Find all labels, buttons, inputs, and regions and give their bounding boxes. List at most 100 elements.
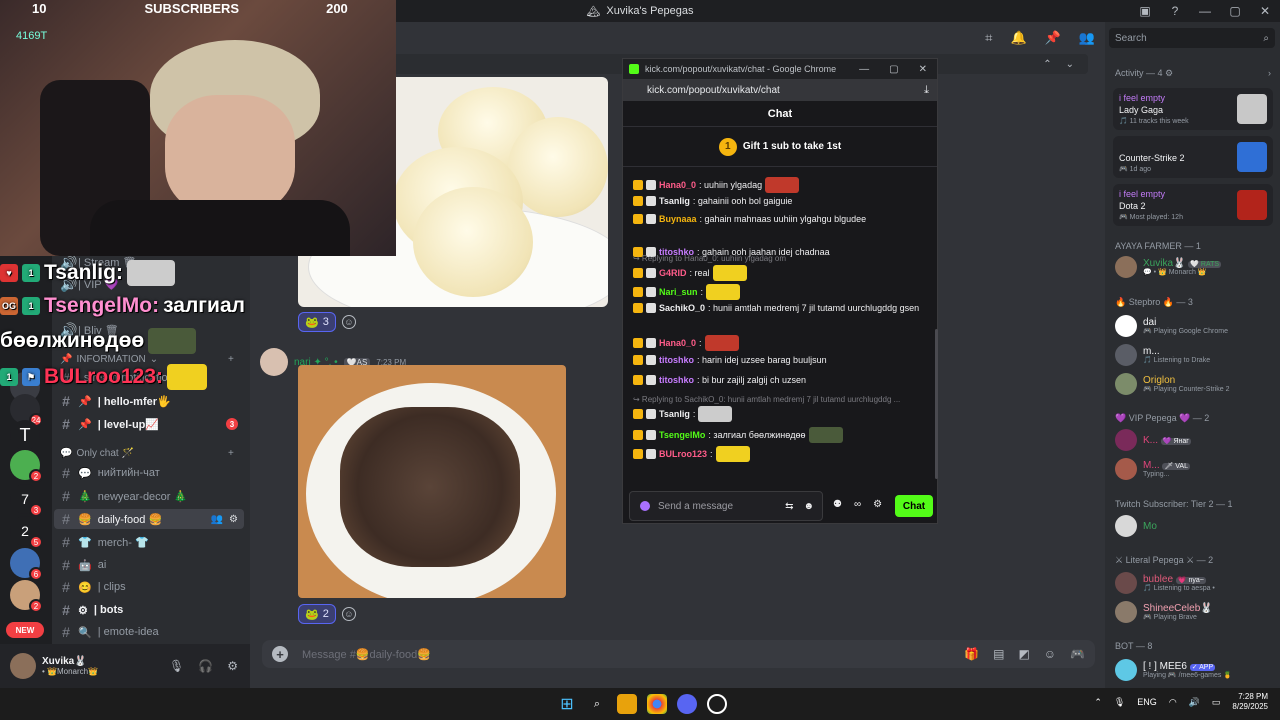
search-input[interactable]: Search ⌕ xyxy=(1109,28,1275,48)
microphone-icon[interactable]: 🎙 xyxy=(169,659,184,673)
channel-daily-food[interactable]: # 🍔 daily-food 🍔 👥 ⚙ xyxy=(54,509,244,529)
add-channel-icon[interactable]: + xyxy=(228,354,234,365)
member-item[interactable]: K... 💜 Янаг xyxy=(1115,427,1275,453)
chat-username[interactable]: Buynaaa xyxy=(659,214,697,224)
send-chat-button[interactable]: Chat xyxy=(895,495,933,517)
member-item[interactable]: dai 🎮 Playing Google Chrome xyxy=(1115,313,1275,339)
emoji-icon[interactable]: ☻ xyxy=(803,501,814,512)
chat-username[interactable]: TsengelMo xyxy=(659,430,705,440)
member-item[interactable]: M... 🗡 VAL Typing... xyxy=(1115,456,1275,482)
reply-preview[interactable]: ↪ Replying to SachikO_0: hunii amtlah me… xyxy=(633,395,933,404)
send-message-input[interactable]: Send a message ⇆ ☻ xyxy=(629,491,823,521)
member-item[interactable]: Xuvika🐰 🤍 RATS 💬 • 👑 Monarch 👑 xyxy=(1115,254,1275,280)
channel-newyear-decor[interactable]: # 🎄 newyear-decor 🎄 xyxy=(54,486,244,506)
maximize-button[interactable]: ▢ xyxy=(1220,4,1250,18)
channel-bots[interactable]: # ⚙ | bots xyxy=(54,600,244,620)
close-button[interactable]: ✕ xyxy=(1250,4,1280,18)
inbox-icon[interactable]: ▣ xyxy=(1130,4,1160,18)
members-icon[interactable]: 👥 xyxy=(1079,30,1095,46)
gear-icon[interactable]: ⚙ xyxy=(229,514,238,525)
sticker-icon[interactable]: ◩ xyxy=(1018,647,1029,661)
obs-icon[interactable] xyxy=(707,694,727,714)
file-explorer-icon[interactable] xyxy=(617,694,637,714)
minimize-button[interactable]: — xyxy=(859,64,869,75)
category-only-chat[interactable]: 💬 Only chat 🪄 + xyxy=(60,448,234,459)
activity-header[interactable]: Activity — 4 ⚙ › xyxy=(1115,68,1271,79)
close-button[interactable]: ✕ xyxy=(919,64,927,75)
chat-username[interactable]: Tsanlig xyxy=(659,409,690,419)
gift-icon[interactable]: 🎁 xyxy=(964,647,979,661)
chat-username[interactable]: G4RID xyxy=(659,268,687,278)
activity-card[interactable]: Counter-Strike 2 🎮 1d ago xyxy=(1113,136,1273,178)
chat-scrollbar[interactable] xyxy=(935,329,938,479)
add-channel-icon[interactable]: + xyxy=(228,448,234,459)
translate-icon[interactable]: ⇆ xyxy=(785,501,793,512)
channel-level-up[interactable]: # 📌 | level-up📈 3 xyxy=(54,414,244,434)
discord-icon[interactable] xyxy=(677,694,697,714)
chevron-up-icon[interactable]: ⌃ xyxy=(1043,59,1051,70)
user-info[interactable]: Xuvika🐰 • 👑Monarch👑 xyxy=(42,656,98,676)
message-input[interactable]: Message #🍔daily-food🍔 xyxy=(302,648,431,661)
member-item[interactable]: [ ! ] MEE6 ✓ APP Playing 🎮 /mee6-games 🍍 xyxy=(1115,657,1275,683)
member-item[interactable]: Mo xyxy=(1115,513,1275,539)
windows-start-icon[interactable]: ⊞ xyxy=(557,694,577,714)
new-badge[interactable]: NEW xyxy=(6,622,44,638)
channel-clips[interactable]: # 😊 | clips xyxy=(54,577,244,597)
wifi-icon[interactable]: ◠ xyxy=(1169,697,1177,708)
member-item[interactable]: bublee 💗 nya~ 🎵 Listening to aespa • xyxy=(1115,570,1275,596)
gift-sub-banner[interactable]: 1 Gift 1 sub to take 1st xyxy=(623,127,937,167)
gear-icon[interactable]: ⚙ xyxy=(227,659,238,673)
add-reaction-icon[interactable]: ☺ xyxy=(341,607,356,621)
pin-icon[interactable]: 📌 xyxy=(1045,30,1061,46)
chevron-down-icon[interactable]: ⌄ xyxy=(1066,59,1074,70)
channel-merch[interactable]: # 👕 merch- 👕 xyxy=(54,532,244,552)
server-icon-6[interactable]: 25 xyxy=(10,516,43,549)
chat-username[interactable]: titoshko xyxy=(659,355,694,365)
help-icon[interactable]: ? xyxy=(1160,4,1190,18)
chat-username[interactable]: Hana0_0 xyxy=(659,180,696,190)
server-icon-5[interactable]: 73 xyxy=(10,484,43,517)
chevron-up-icon[interactable]: ⌃ xyxy=(1094,697,1102,708)
emoji-icon[interactable]: ☺ xyxy=(1044,647,1056,661)
chat-username[interactable]: Hana0_0 xyxy=(659,338,696,348)
chat-username[interactable]: SachikO_0 xyxy=(659,303,705,313)
gif-icon[interactable]: ▤ xyxy=(993,647,1004,661)
language-indicator[interactable]: ENG xyxy=(1137,697,1157,707)
food-image-meat[interactable] xyxy=(298,365,566,598)
member-item[interactable]: ShineeCeleb🐰 🎮 Playing Brave xyxy=(1115,599,1275,625)
message-composer[interactable]: + Message #🍔daily-food🍔 🎁 ▤ ◩ ☺ 🎮 xyxy=(262,640,1095,668)
server-icon-4[interactable]: 2 xyxy=(10,450,43,483)
users-icon[interactable]: ⚉ xyxy=(833,499,842,510)
chat-username[interactable]: titoshko xyxy=(659,375,694,385)
reaction-button[interactable]: 🐸 2 xyxy=(298,604,336,624)
reaction-button[interactable]: 🐸 3 xyxy=(298,312,336,332)
attach-plus-icon[interactable]: + xyxy=(272,646,288,662)
invite-icon[interactable]: 👥 xyxy=(211,514,223,525)
threads-icon[interactable]: ⌗ xyxy=(985,30,992,46)
gear-icon[interactable]: ⚙ xyxy=(873,499,882,510)
member-item[interactable]: m... 🎵 Listening to Drake xyxy=(1115,342,1275,368)
member-item[interactable]: Origlon 🎮 Playing Counter-Strike 2 xyxy=(1115,371,1275,397)
channel-ai[interactable]: # 🤖 ai xyxy=(54,555,244,575)
download-icon[interactable]: ⤓ xyxy=(924,84,929,97)
microphone-icon[interactable]: 🎙 xyxy=(1114,697,1125,708)
chat-username[interactable]: Nari_sun xyxy=(659,287,698,297)
channel-hello-mfer[interactable]: # 📌 | hello-mfer🖐 xyxy=(54,391,244,411)
channel-emote-idea[interactable]: # 🔍 | emote-idea xyxy=(54,622,244,642)
server-icon-3[interactable]: T xyxy=(10,420,40,450)
add-reaction-icon[interactable]: ☺ xyxy=(341,315,356,329)
chat-username[interactable]: Tsanlig xyxy=(659,196,690,206)
headphones-icon[interactable]: 🎧 xyxy=(198,659,213,673)
server-icon-8[interactable]: 2 xyxy=(10,580,43,613)
chrome-icon[interactable] xyxy=(647,694,667,714)
avatar[interactable] xyxy=(260,348,288,376)
activities-icon[interactable]: 🎮 xyxy=(1070,647,1085,661)
maximize-button[interactable]: ▢ xyxy=(889,64,898,75)
activity-card[interactable]: i feel empty Dota 2 🎮 Most played: 12h xyxy=(1113,184,1273,226)
speaker-icon[interactable]: 🔊 xyxy=(1189,697,1200,708)
reply-preview[interactable]: ↪ Replying to Hana0_0: uuhiin ylgadag om xyxy=(633,254,933,263)
clock[interactable]: 7:28 PM 8/29/2025 xyxy=(1232,692,1268,713)
infinity-icon[interactable]: ∞ xyxy=(854,499,861,510)
channel-niitiin-chat[interactable]: # 💬 нийтийн-чат xyxy=(54,463,244,483)
battery-icon[interactable]: ▭ xyxy=(1212,697,1221,708)
